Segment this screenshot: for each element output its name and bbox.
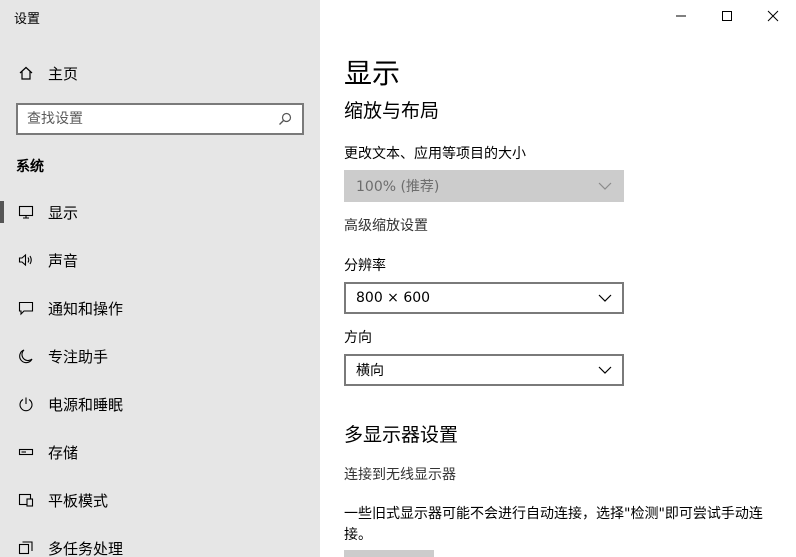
orientation-value: 横向	[356, 363, 384, 379]
power-icon	[16, 394, 36, 414]
multi-display-heading: 多显示器设置	[344, 424, 459, 446]
search-input[interactable]	[27, 111, 276, 127]
orientation-dropdown[interactable]: 横向	[344, 354, 624, 386]
minimize-button[interactable]	[658, 0, 704, 32]
sidebar-item-label: 通知和操作	[48, 299, 124, 318]
maximize-button[interactable]	[704, 0, 750, 32]
moon-icon	[16, 346, 36, 366]
search-box[interactable]	[16, 103, 304, 135]
detect-button[interactable]	[344, 550, 434, 557]
message-icon	[16, 298, 36, 318]
chevron-down-icon	[598, 178, 612, 194]
sidebar-item-power[interactable]: 电源和睡眠	[0, 382, 320, 426]
sidebar-item-storage[interactable]: 存储	[0, 430, 320, 474]
advanced-scaling-link[interactable]: 高级缩放设置	[344, 215, 428, 235]
close-button[interactable]	[750, 0, 796, 32]
multitask-icon	[16, 538, 36, 557]
storage-icon	[16, 442, 36, 462]
scale-label: 更改文本、应用等项目的大小	[344, 146, 526, 162]
chevron-down-icon	[598, 362, 612, 378]
close-icon	[767, 7, 779, 26]
orientation-label: 方向	[344, 330, 372, 346]
sidebar-item-label: 专注助手	[48, 347, 109, 366]
sidebar-item-notifications[interactable]: 通知和操作	[0, 286, 320, 330]
resolution-label: 分辨率	[344, 258, 386, 274]
home-label: 主页	[48, 64, 79, 83]
wireless-display-link[interactable]: 连接到无线显示器	[344, 464, 456, 484]
sidebar-item-label: 多任务处理	[48, 539, 124, 557]
sidebar-item-tablet-mode[interactable]: 平板模式	[0, 478, 320, 522]
sidebar-item-label: 显示	[48, 203, 79, 222]
page-title: 显示	[344, 57, 401, 90]
tablet-icon	[16, 490, 36, 510]
speaker-icon	[16, 250, 36, 270]
sidebar-item-sound[interactable]: 声音	[0, 238, 320, 282]
scale-dropdown[interactable]: 100% (推荐)	[344, 170, 624, 202]
sidebar-item-label: 存储	[48, 443, 79, 462]
home-nav-item[interactable]: 主页	[16, 62, 78, 84]
search-icon[interactable]	[276, 110, 294, 128]
sidebar-item-label: 声音	[48, 251, 79, 270]
app-title: 设置	[14, 12, 41, 27]
resolution-dropdown[interactable]: 800 × 600	[344, 282, 624, 314]
sidebar-item-focus-assist[interactable]: 专注助手	[0, 334, 320, 378]
sidebar-item-display[interactable]: 显示	[0, 190, 320, 234]
multi-display-description: 一些旧式显示器可能不会进行自动连接，选择"检测"即可尝试手动连接。	[344, 506, 763, 543]
sidebar: 设置 主页 系统 显示 声音 通知和操作 专注助手	[0, 0, 320, 557]
monitor-icon	[16, 202, 36, 222]
scale-value: 100% (推荐)	[356, 179, 440, 195]
chevron-down-icon	[598, 290, 612, 306]
main-content: 显示 缩放与布局 更改文本、应用等项目的大小 100% (推荐) 高级缩放设置 …	[320, 0, 796, 557]
sidebar-item-label: 平板模式	[48, 491, 109, 510]
home-icon	[16, 63, 36, 83]
scale-layout-heading: 缩放与布局	[344, 100, 440, 122]
section-label: 系统	[16, 159, 44, 175]
sidebar-item-multitasking[interactable]: 多任务处理	[0, 526, 320, 557]
resolution-value: 800 × 600	[356, 290, 431, 306]
minimize-icon	[675, 7, 687, 26]
sidebar-item-label: 电源和睡眠	[48, 395, 124, 414]
maximize-icon	[721, 7, 733, 26]
